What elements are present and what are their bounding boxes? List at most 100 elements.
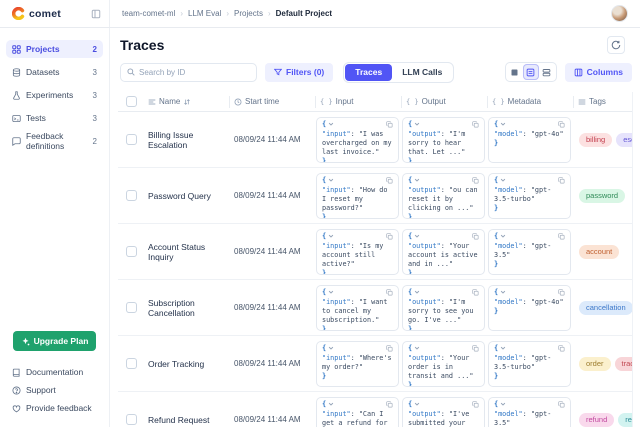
metadata-json-cell[interactable]: { "model": "gpt-3.5-turbo" } bbox=[488, 341, 571, 387]
column-header-name[interactable]: Name bbox=[144, 96, 229, 108]
sort-icon[interactable] bbox=[183, 98, 191, 106]
copy-icon[interactable] bbox=[558, 289, 565, 296]
copy-icon[interactable] bbox=[472, 233, 479, 240]
copy-icon[interactable] bbox=[558, 401, 565, 408]
copy-icon[interactable] bbox=[558, 177, 565, 184]
trace-name[interactable]: Password Query bbox=[144, 191, 229, 201]
copy-icon[interactable] bbox=[472, 345, 479, 352]
sidebar-item-experiments[interactable]: Experiments 3 bbox=[6, 86, 103, 104]
copy-icon[interactable] bbox=[472, 289, 479, 296]
sidebar-item-projects[interactable]: Projects 2 bbox=[6, 40, 103, 58]
copy-icon[interactable] bbox=[386, 401, 393, 408]
sidebar-collapse-icon[interactable] bbox=[91, 9, 101, 19]
chevron-down-icon[interactable] bbox=[328, 177, 334, 183]
metadata-json-cell[interactable]: { "model": "gpt-3.5" } bbox=[488, 397, 571, 427]
tab-llm-calls[interactable]: LLM Calls bbox=[392, 64, 452, 81]
tag[interactable]: billing bbox=[579, 133, 612, 147]
input-json-cell[interactable]: { "input": "Where's my order?" } bbox=[316, 341, 399, 387]
avatar[interactable] bbox=[611, 5, 628, 22]
chevron-down-icon[interactable] bbox=[500, 233, 506, 239]
table-row[interactable]: Billing Issue Escalation 08/09/24 11:44 … bbox=[118, 112, 632, 168]
sidebar-item-feedback-definitions[interactable]: Feedback definitions 2 bbox=[6, 132, 103, 150]
tag[interactable]: password bbox=[579, 189, 625, 203]
trace-name[interactable]: Account Status Inquiry bbox=[144, 242, 229, 262]
chevron-down-icon[interactable] bbox=[500, 401, 506, 407]
tag[interactable]: refund bbox=[579, 413, 614, 427]
trace-name[interactable]: Billing Issue Escalation bbox=[144, 130, 229, 150]
output-json-cell[interactable]: { "output": "I've submitted your refund … bbox=[402, 397, 485, 427]
chevron-down-icon[interactable] bbox=[414, 177, 420, 183]
row-checkbox[interactable] bbox=[126, 190, 137, 201]
input-json-cell[interactable]: { "input": "I was overcharged on my last… bbox=[316, 117, 399, 163]
row-checkbox[interactable] bbox=[126, 358, 137, 369]
row-checkbox[interactable] bbox=[126, 414, 137, 425]
row-checkbox[interactable] bbox=[126, 134, 137, 145]
row-checkbox[interactable] bbox=[126, 246, 137, 257]
row-checkbox[interactable] bbox=[126, 302, 137, 313]
copy-icon[interactable] bbox=[472, 177, 479, 184]
breadcrumb-item[interactable]: team-comet-ml bbox=[122, 9, 175, 18]
chevron-down-icon[interactable] bbox=[328, 289, 334, 295]
input-json-cell[interactable]: { "input": "I want to cancel my subscrip… bbox=[316, 285, 399, 331]
search-box[interactable] bbox=[120, 63, 257, 82]
columns-button[interactable]: Columns bbox=[565, 63, 632, 82]
chevron-down-icon[interactable] bbox=[414, 121, 420, 127]
chevron-down-icon[interactable] bbox=[328, 401, 334, 407]
tag[interactable]: escalation bbox=[616, 133, 632, 147]
table-row[interactable]: Account Status Inquiry 08/09/24 11:44 AM… bbox=[118, 224, 632, 280]
density-compact-icon[interactable] bbox=[507, 64, 523, 80]
tag[interactable]: order bbox=[579, 357, 611, 371]
metadata-json-cell[interactable]: { "model": "gpt-4o" } bbox=[488, 117, 571, 163]
column-header-input[interactable]: { } Input bbox=[315, 96, 401, 108]
chevron-down-icon[interactable] bbox=[414, 233, 420, 239]
tag[interactable]: request bbox=[618, 413, 632, 427]
copy-icon[interactable] bbox=[558, 345, 565, 352]
input-json-cell[interactable]: { "input": "Is my account still active?"… bbox=[316, 229, 399, 275]
refresh-button[interactable] bbox=[607, 36, 625, 54]
output-json-cell[interactable]: { "output": "I'm sorry to see you go. I'… bbox=[402, 285, 485, 331]
column-header-start-time[interactable]: Start time bbox=[229, 96, 315, 108]
breadcrumb-item[interactable]: LLM Eval bbox=[188, 9, 221, 18]
chevron-down-icon[interactable] bbox=[500, 177, 506, 183]
chevron-down-icon[interactable] bbox=[414, 345, 420, 351]
input-json-cell[interactable]: { "input": "Can I get a refund for my la… bbox=[316, 397, 399, 427]
sidebar-item-documentation[interactable]: Documentation bbox=[6, 363, 103, 381]
metadata-json-cell[interactable]: { "model": "gpt-4o" } bbox=[488, 285, 571, 331]
select-all-checkbox[interactable] bbox=[126, 96, 137, 107]
density-default-icon[interactable] bbox=[523, 64, 539, 80]
sidebar-item-provide-feedback[interactable]: Provide feedback bbox=[6, 399, 103, 417]
filters-button[interactable]: Filters (0) bbox=[265, 63, 333, 82]
copy-icon[interactable] bbox=[386, 289, 393, 296]
tag[interactable]: tracking bbox=[615, 357, 632, 371]
copy-icon[interactable] bbox=[386, 121, 393, 128]
output-json-cell[interactable]: { "output": "Your order is in transit an… bbox=[402, 341, 485, 387]
tag[interactable]: account bbox=[579, 245, 619, 259]
chevron-down-icon[interactable] bbox=[414, 289, 420, 295]
table-row[interactable]: Subscription Cancellation 08/09/24 11:44… bbox=[118, 280, 632, 336]
copy-icon[interactable] bbox=[386, 345, 393, 352]
upgrade-plan-button[interactable]: Upgrade Plan bbox=[13, 331, 96, 351]
copy-icon[interactable] bbox=[558, 121, 565, 128]
search-input[interactable] bbox=[139, 68, 250, 77]
chevron-down-icon[interactable] bbox=[500, 289, 506, 295]
tab-traces[interactable]: Traces bbox=[345, 64, 392, 81]
breadcrumb-item[interactable]: Projects bbox=[234, 9, 263, 18]
metadata-json-cell[interactable]: { "model": "gpt-3.5-turbo" } bbox=[488, 173, 571, 219]
output-json-cell[interactable]: { "output": "I'm sorry to hear that. Let… bbox=[402, 117, 485, 163]
sidebar-item-support[interactable]: Support bbox=[6, 381, 103, 399]
copy-icon[interactable] bbox=[472, 121, 479, 128]
table-row[interactable]: Order Tracking 08/09/24 11:44 AM { "inpu… bbox=[118, 336, 632, 392]
column-header-tags[interactable]: Tags bbox=[573, 96, 632, 108]
trace-name[interactable]: Order Tracking bbox=[144, 359, 229, 369]
trace-name[interactable]: Subscription Cancellation bbox=[144, 298, 229, 318]
chevron-down-icon[interactable] bbox=[500, 121, 506, 127]
chevron-down-icon[interactable] bbox=[328, 233, 334, 239]
sidebar-item-datasets[interactable]: Datasets 3 bbox=[6, 63, 103, 81]
chevron-down-icon[interactable] bbox=[500, 345, 506, 351]
copy-icon[interactable] bbox=[472, 401, 479, 408]
table-row[interactable]: Refund Request 08/09/24 11:44 AM { "inpu… bbox=[118, 392, 632, 427]
chevron-down-icon[interactable] bbox=[328, 345, 334, 351]
trace-name[interactable]: Refund Request bbox=[144, 415, 229, 425]
density-comfortable-icon[interactable] bbox=[539, 64, 555, 80]
copy-icon[interactable] bbox=[558, 233, 565, 240]
